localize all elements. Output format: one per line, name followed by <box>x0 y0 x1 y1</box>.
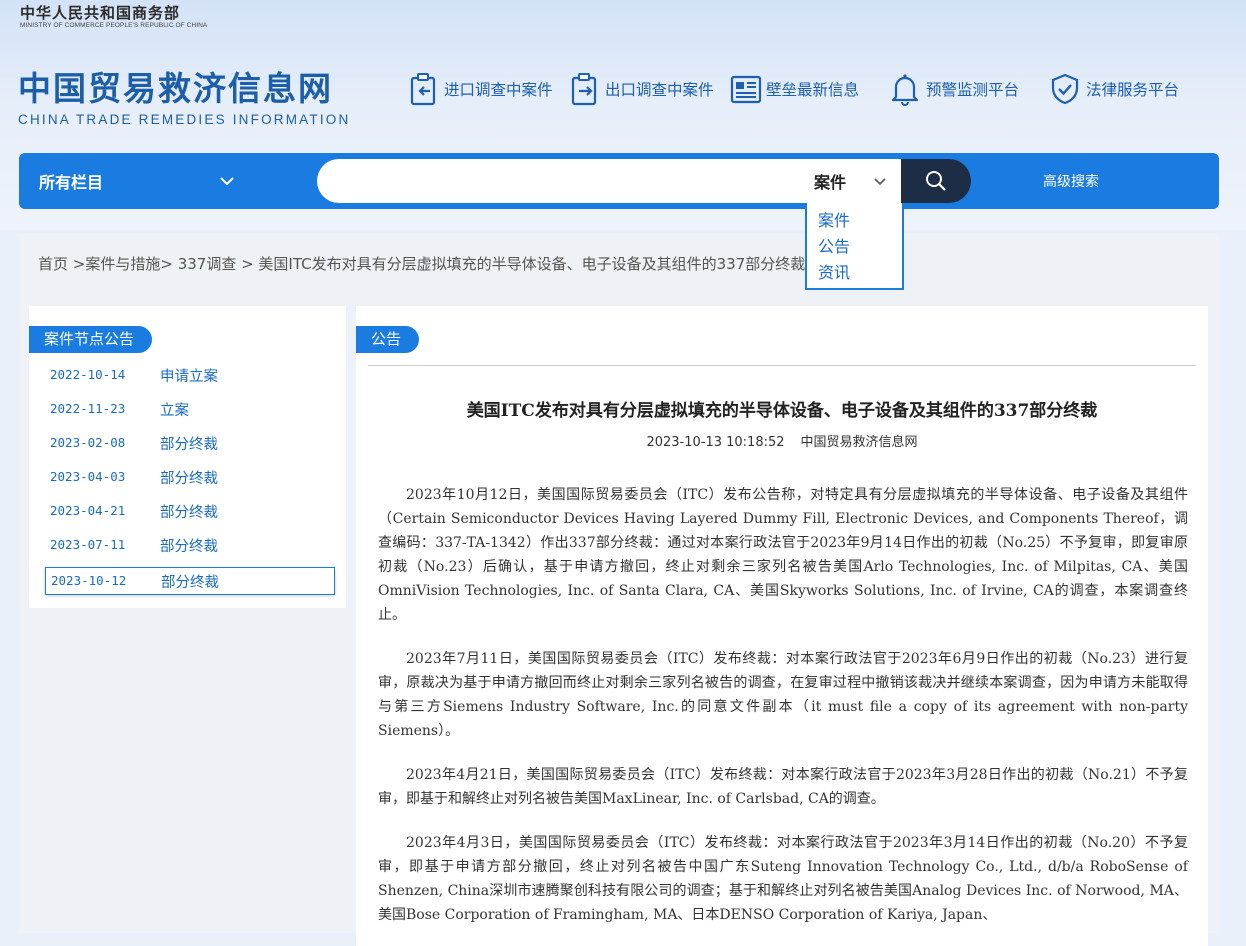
case-node-label[interactable]: 部分终裁 <box>160 535 218 556</box>
breadcrumb-337[interactable]: > 337调查 <box>160 255 236 273</box>
nav-export-cases[interactable]: 出口调查中案件 <box>569 72 714 106</box>
breadcrumb-current: > 美国ITC发布对具有分层虚拟填充的半导体设备、电子设备及其组件的337部分终… <box>236 255 806 273</box>
case-node-item[interactable]: 2022-11-23 立案 <box>45 396 333 422</box>
category-select-label: 所有栏目 <box>39 173 104 192</box>
import-clipboard-icon <box>410 73 436 106</box>
case-node-label[interactable]: 立案 <box>160 399 189 420</box>
case-node-date: 2022-10-14 <box>50 367 126 382</box>
article-datetime: 2023-10-13 10:18:52 <box>646 435 785 450</box>
ministry-logo[interactable]: 中华人民共和国商务部 MINISTRY OF COMMERCE PEOPLE'S… <box>20 2 207 29</box>
article-paragraph: 2023年10月12日，美国国际贸易委员会（ITC）发布公告称，对特定具有分层虚… <box>378 487 1188 623</box>
ministry-name-en: MINISTRY OF COMMERCE PEOPLE'S REPUBLIC O… <box>20 22 208 29</box>
article-panel: 公告 美国ITC发布对具有分层虚拟填充的半导体设备、电子设备及其组件的337部分… <box>356 306 1208 946</box>
nav-legal-platform[interactable]: 法律服务平台 <box>1048 72 1179 106</box>
article-paragraph: 2023年4月21日，美国国际贸易委员会（ITC）发布终裁：对本案行政法官于20… <box>378 767 1188 807</box>
case-node-item-active[interactable]: 2023-10-12 部分终裁 <box>45 567 335 595</box>
search-type-select[interactable]: 案件 <box>814 159 846 203</box>
case-node-date: 2023-07-11 <box>50 537 126 552</box>
nav-legal-label: 法律服务平台 <box>1086 81 1180 99</box>
article-paragraph: 2023年7月11日，美国国际贸易委员会（ITC）发布终裁：对本案行政法官于20… <box>378 651 1188 739</box>
case-node-date: 2023-04-21 <box>50 503 126 518</box>
search-button[interactable] <box>901 159 971 203</box>
case-node-label[interactable]: 部分终裁 <box>160 501 218 522</box>
case-node-item[interactable]: 2023-02-08 部分终裁 <box>45 430 333 456</box>
breadcrumb: 首页 >案件与措施> 337调查 > 美国ITC发布对具有分层虚拟填充的半导体设… <box>38 253 805 274</box>
search-icon <box>926 171 946 191</box>
bell-icon <box>891 74 919 106</box>
dropdown-option-notice[interactable]: 公告 <box>818 233 850 257</box>
ministry-name-cn: 中华人民共和国商务部 <box>20 4 181 22</box>
export-clipboard-icon <box>571 73 597 106</box>
site-name-en: CHINA TRADE REMEDIES INFORMATION <box>18 112 351 127</box>
newspaper-icon <box>730 75 762 104</box>
case-node-date: 2023-02-08 <box>50 435 126 450</box>
chevron-down-icon[interactable] <box>873 176 887 188</box>
case-node-date: 2023-04-03 <box>50 469 126 484</box>
search-bar: 所有栏目 案件 高级搜索 <box>19 153 1219 209</box>
site-logo[interactable]: 中国贸易救济信息网 CHINA TRADE REMEDIES INFORMATI… <box>18 62 350 127</box>
case-node-item[interactable]: 2023-07-11 部分终裁 <box>45 532 333 558</box>
advanced-search-link[interactable]: 高级搜索 <box>1043 153 1099 209</box>
site-name-cn: 中国贸易救济信息网 <box>18 69 333 108</box>
divider <box>368 365 1196 366</box>
shield-check-icon <box>1051 73 1079 105</box>
category-select[interactable]: 所有栏目 <box>39 153 103 209</box>
case-node-item[interactable]: 2022-10-14 申请立案 <box>45 362 333 388</box>
search-type-dropdown: 案件 公告 资讯 <box>805 203 904 290</box>
case-node-item[interactable]: 2023-04-21 部分终裁 <box>45 498 333 524</box>
article-paragraph: 2023年4月3日，美国国际贸易委员会（ITC）发布终裁：对本案行政法官于202… <box>378 835 1188 923</box>
dropdown-option-news[interactable]: 资讯 <box>818 259 850 283</box>
case-node-panel: 案件节点公告 2022-10-14 申请立案 2022-11-23 立案 202… <box>29 306 346 608</box>
nav-barrier-label: 壁垒最新信息 <box>766 81 860 99</box>
article-source: 中国贸易救济信息网 <box>800 435 918 450</box>
case-node-item[interactable]: 2023-04-03 部分终裁 <box>45 464 333 490</box>
case-node-label[interactable]: 部分终裁 <box>160 467 218 488</box>
nav-import-cases[interactable]: 进口调查中案件 <box>408 72 553 106</box>
nav-warning-platform[interactable]: 预警监测平台 <box>888 72 1019 106</box>
case-node-label[interactable]: 部分终裁 <box>160 433 218 454</box>
nav-import-label: 进口调查中案件 <box>444 81 553 99</box>
article-meta: 2023-10-13 10:18:52 中国贸易救济信息网 <box>356 431 1208 450</box>
breadcrumb-cases[interactable]: >案件与措施 <box>68 255 161 273</box>
nav-barrier-news[interactable]: 壁垒最新信息 <box>730 72 859 106</box>
chevron-down-icon[interactable] <box>219 173 235 189</box>
case-node-title: 案件节点公告 <box>29 326 153 353</box>
nav-warning-label: 预警监测平台 <box>926 81 1020 99</box>
article-title: 美国ITC发布对具有分层虚拟填充的半导体设备、电子设备及其组件的337部分终裁 <box>466 401 1098 421</box>
search-box: 案件 <box>317 159 901 203</box>
article-section-tag: 公告 <box>356 326 420 353</box>
case-node-label[interactable]: 申请立案 <box>160 365 218 386</box>
search-input[interactable] <box>337 167 801 197</box>
case-node-date: 2023-10-12 <box>51 573 127 588</box>
nav-export-label: 出口调查中案件 <box>605 81 714 99</box>
breadcrumb-home[interactable]: 首页 <box>38 255 68 273</box>
case-node-date: 2022-11-23 <box>50 401 126 416</box>
case-node-label[interactable]: 部分终裁 <box>161 571 219 592</box>
search-type-label: 案件 <box>814 173 847 192</box>
dropdown-option-case[interactable]: 案件 <box>818 207 850 231</box>
